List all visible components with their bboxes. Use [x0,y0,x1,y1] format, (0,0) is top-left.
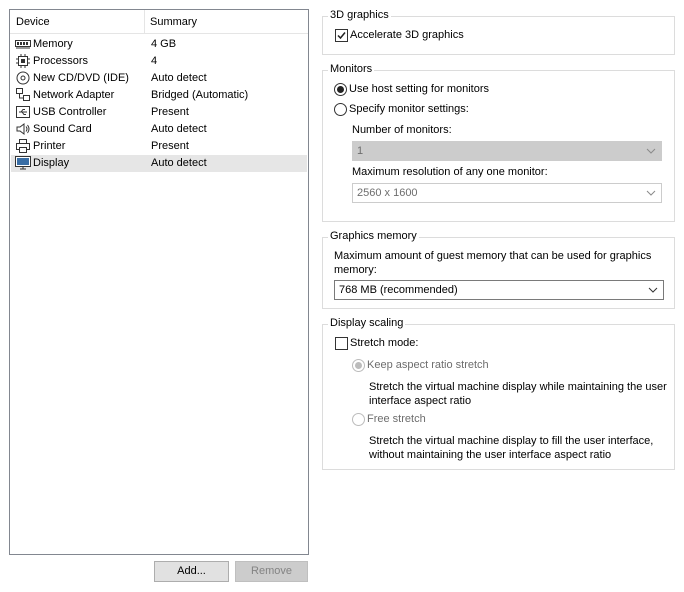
device-name: Printer [33,140,66,152]
device-summary: 4 GB [151,38,177,50]
graphics-memory-description: Maximum amount of guest memory that can … [334,250,652,276]
device-summary: Auto detect [151,72,207,84]
checkmark-icon [337,32,346,40]
max-resolution-label: Maximum resolution of any one monitor: [352,166,548,178]
monitor-icon [15,156,31,170]
keep-aspect-radio[interactable] [352,359,365,372]
max-resolution-select[interactable]: 2560 x 1600 [352,183,662,203]
device-name: Display [33,157,70,169]
device-row-processors[interactable]: Processors 4 [11,53,307,70]
speaker-icon [16,123,30,135]
graphics-memory-select[interactable]: 768 MB (recommended) [334,280,664,300]
device-summary: 4 [151,55,158,67]
chevron-down-icon [646,190,656,196]
keep-aspect-label[interactable]: Keep aspect ratio stretch [367,359,489,371]
free-stretch-description: Stretch the virtual machine display to f… [369,435,654,461]
group-monitors-title: Monitors [328,63,375,75]
device-name: Sound Card [33,123,92,135]
chevron-down-icon [646,148,656,154]
number-of-monitors-label: Number of monitors: [352,124,452,136]
device-list-header: Device Summary [10,10,308,34]
summary-column-header[interactable]: Summary [150,16,197,28]
processor-icon [16,54,30,68]
group-3d-graphics-title: 3D graphics [328,9,391,21]
max-resolution-value: 2560 x 1600 [357,187,418,199]
device-summary: Present [151,140,189,152]
memory-icon [15,40,31,49]
group-graphics-memory-title: Graphics memory [328,230,419,242]
device-name: New CD/DVD (IDE) [33,72,129,84]
chevron-down-icon [648,287,658,293]
specify-monitor-label[interactable]: Specify monitor settings: [349,103,469,115]
group-display-scaling-title: Display scaling [328,317,406,329]
number-of-monitors-value: 1 [357,145,364,157]
remove-button[interactable]: Remove [235,561,308,582]
device-row-display[interactable]: Display Auto detect [11,155,307,172]
device-name: USB Controller [33,106,107,118]
accelerate-3d-label[interactable]: Accelerate 3D graphics [350,29,464,41]
add-button[interactable]: Add... [154,561,229,582]
stretch-mode-checkbox[interactable] [335,337,348,350]
network-adapter-icon [16,88,30,101]
device-summary: Present [151,106,189,118]
device-row-cd-dvd[interactable]: New CD/DVD (IDE) Auto detect [11,70,307,87]
usb-icon [16,106,30,118]
accelerate-3d-checkbox[interactable] [335,29,348,42]
device-summary: Bridged (Automatic) [151,89,249,101]
device-summary: Auto detect [151,157,207,169]
stretch-mode-label[interactable]: Stretch mode: [350,337,418,349]
device-name: Processors [33,55,89,67]
use-host-setting-radio[interactable] [334,83,347,96]
device-summary: Auto detect [151,123,207,135]
device-row-printer[interactable]: Printer Present [11,138,307,155]
free-stretch-label[interactable]: Free stretch [367,413,426,425]
free-stretch-radio[interactable] [352,413,365,426]
graphics-memory-value: 768 MB (recommended) [339,284,458,296]
device-name: Memory [33,38,73,50]
device-list[interactable]: Device Summary Memory 4 GB Processors 4 … [9,9,309,555]
printer-icon [16,139,30,153]
device-row-sound-card[interactable]: Sound Card Auto detect [11,121,307,138]
specify-monitor-radio[interactable] [334,103,347,116]
device-column-header[interactable]: Device [16,16,50,28]
device-name: Network Adapter [33,89,115,101]
device-row-network-adapter[interactable]: Network Adapter Bridged (Automatic) [11,87,307,104]
keep-aspect-description: Stretch the virtual machine display whil… [369,381,667,407]
cd-dvd-icon [16,71,30,85]
use-host-setting-label[interactable]: Use host setting for monitors [349,83,489,95]
device-row-memory[interactable]: Memory 4 GB [11,36,307,53]
device-row-usb-controller[interactable]: USB Controller Present [11,104,307,121]
column-separator[interactable] [144,10,145,34]
number-of-monitors-select[interactable]: 1 [352,141,662,161]
